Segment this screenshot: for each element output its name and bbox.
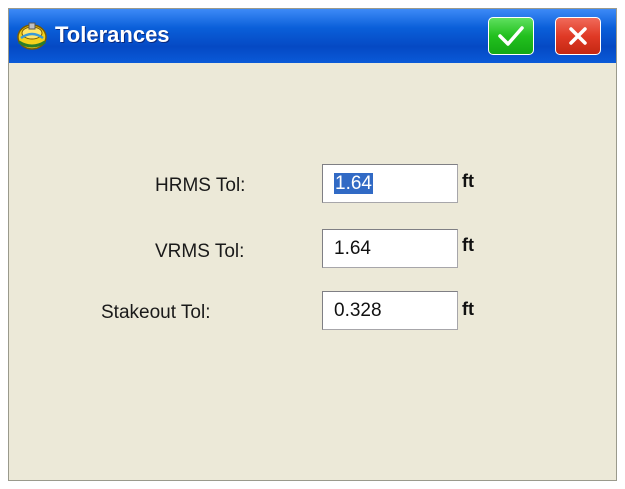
checkmark-icon — [498, 26, 524, 46]
vrms-tolerance-field[interactable] — [322, 229, 458, 268]
vrms-tolerance-label: VRMS Tol: — [155, 241, 245, 262]
tolerances-window: Tolerances HRMS Tol: 1.64 ft VRMS Tol: f… — [8, 8, 617, 481]
title-bar: Tolerances — [9, 9, 616, 63]
close-icon — [569, 27, 587, 45]
gps-device-icon — [17, 22, 47, 50]
hrms-unit-label: ft — [462, 171, 474, 191]
vrms-unit-label: ft — [462, 235, 474, 255]
stakeout-unit-label: ft — [462, 299, 474, 319]
hrms-tolerance-value: 1.64 — [334, 173, 373, 194]
window-title: Tolerances — [55, 22, 170, 47]
stakeout-tolerance-field[interactable] — [322, 291, 458, 330]
ok-button[interactable] — [488, 17, 534, 55]
close-button[interactable] — [555, 17, 601, 55]
stakeout-tolerance-label: Stakeout Tol: — [101, 302, 211, 323]
hrms-tolerance-label: HRMS Tol: — [155, 175, 246, 196]
hrms-tolerance-field[interactable]: 1.64 — [322, 164, 458, 203]
